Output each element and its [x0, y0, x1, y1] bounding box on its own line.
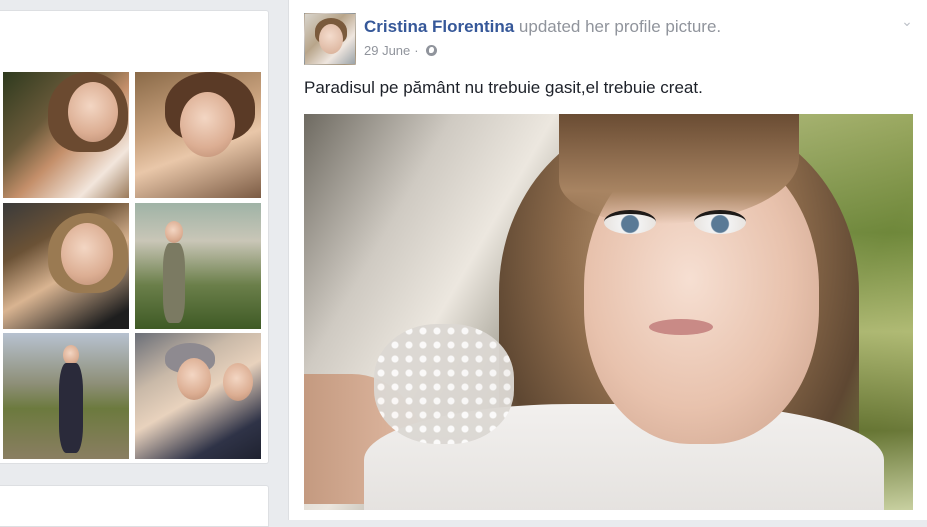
globe-icon[interactable]	[425, 45, 437, 56]
post-meta: 29 June ·	[364, 43, 437, 58]
avatar[interactable]	[304, 13, 356, 65]
photo-thumbnail[interactable]	[135, 333, 261, 459]
photo-thumbnail[interactable]	[3, 333, 129, 459]
author-name-link[interactable]: Cristina Florentina	[364, 17, 514, 36]
photo-thumbnail[interactable]	[135, 72, 261, 198]
meta-separator: ·	[414, 43, 419, 58]
photo-thumbnail[interactable]	[3, 72, 129, 198]
post-date-link[interactable]: 29 June	[364, 43, 410, 58]
photo-thumbnail[interactable]	[3, 203, 129, 329]
post-action-text: updated her profile picture.	[514, 17, 722, 36]
chevron-down-icon[interactable]: ⌄	[900, 14, 914, 28]
feed-post: Cristina Florentina updated her profile …	[288, 0, 927, 520]
next-card	[0, 485, 269, 527]
profile-picture-image[interactable]	[304, 114, 913, 510]
post-headline: Cristina Florentina updated her profile …	[364, 16, 721, 38]
photos-card	[0, 10, 269, 464]
photo-thumbnail[interactable]	[135, 203, 261, 329]
post-text: Paradisul pe pământ nu trebuie gasit,el …	[304, 78, 703, 97]
